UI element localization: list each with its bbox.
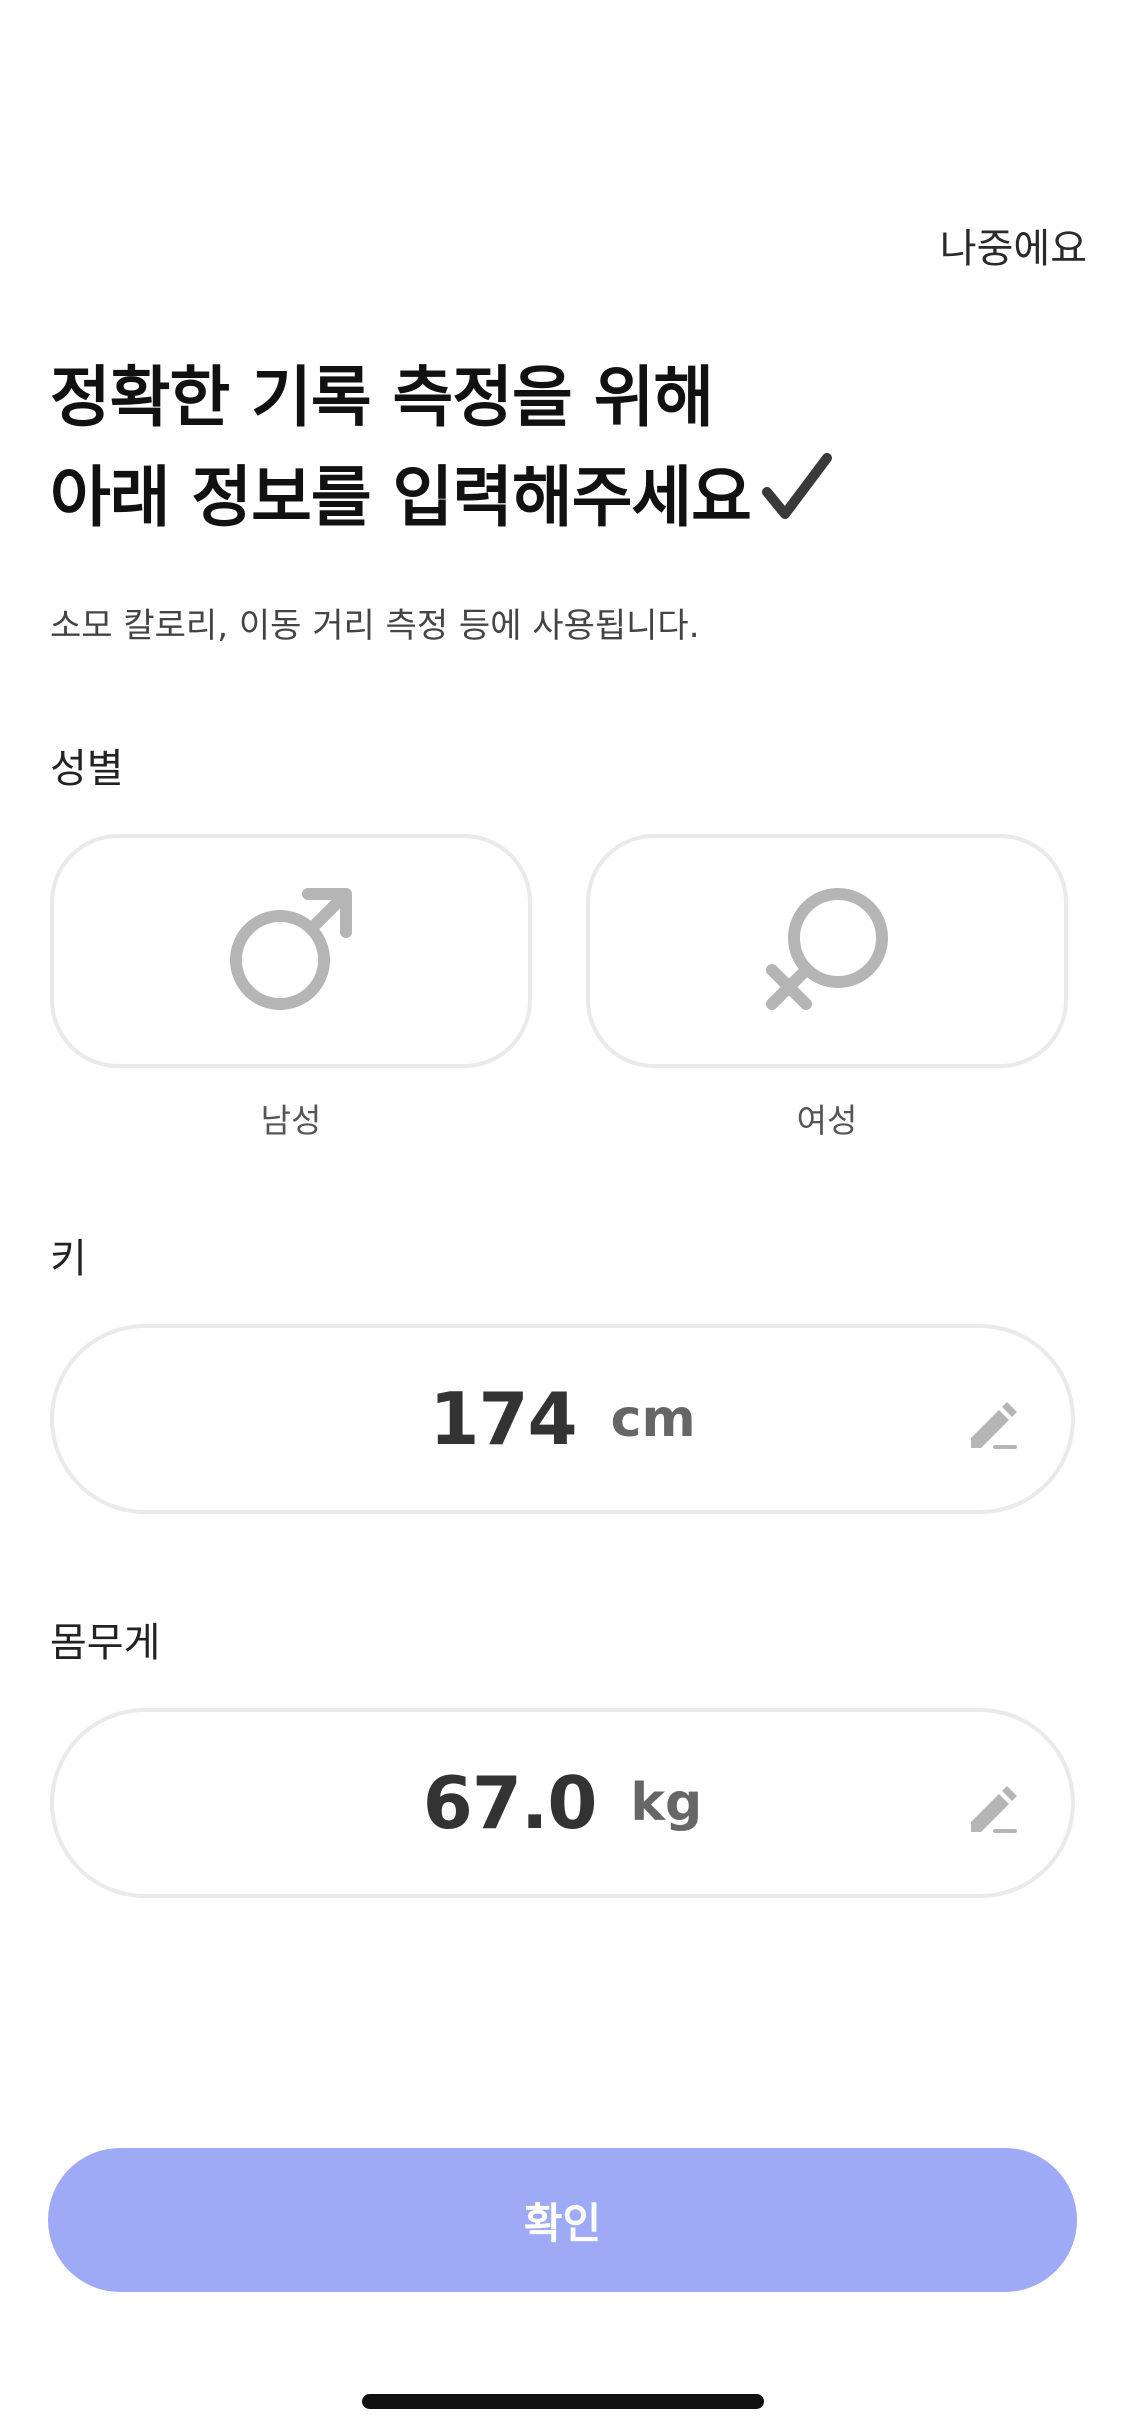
pencil-icon[interactable] (965, 1398, 1019, 1452)
weight-value: 67.0 (422, 1761, 598, 1845)
gender-option-male[interactable] (50, 834, 532, 1068)
weight-label: 몸무게 (50, 1620, 161, 1666)
weight-unit: kg (630, 1773, 703, 1833)
gender-option-female[interactable] (586, 834, 1068, 1068)
gender-option-female-label: 여성 (796, 1101, 858, 1140)
height-field[interactable]: 174 cm (50, 1324, 1075, 1514)
gender-label: 성별 (50, 746, 124, 792)
height-label: 키 (50, 1236, 87, 1282)
title-line-2-text: 아래 정보를 입력해주세요 (50, 459, 752, 536)
later-button[interactable]: 나중에요 (940, 216, 1087, 274)
weight-value-group: 67.0 kg (54, 1712, 1071, 1894)
pencil-icon[interactable] (965, 1782, 1019, 1836)
height-value: 174 (429, 1377, 577, 1461)
check-mark-icon (761, 452, 833, 552)
title-line-2: 아래 정보를 입력해주세요 (50, 448, 833, 552)
height-unit: cm (610, 1389, 696, 1449)
weight-field[interactable]: 67.0 kg (50, 1708, 1075, 1898)
page-subtitle: 소모 칼로리, 이동 거리 측정 등에 사용됩니다. (50, 606, 700, 646)
gender-option-male-label: 남성 (260, 1101, 322, 1140)
title-line-1: 정확한 기록 측정을 위해 (50, 359, 714, 436)
female-symbol-icon (762, 884, 892, 1018)
home-indicator (362, 2394, 764, 2409)
height-value-group: 174 cm (54, 1328, 1071, 1510)
male-symbol-icon (226, 884, 356, 1018)
confirm-button[interactable]: 확인 (48, 2148, 1077, 2292)
page-title: 정확한 기록 측정을 위해 아래 정보를 입력해주세요 (50, 348, 833, 552)
